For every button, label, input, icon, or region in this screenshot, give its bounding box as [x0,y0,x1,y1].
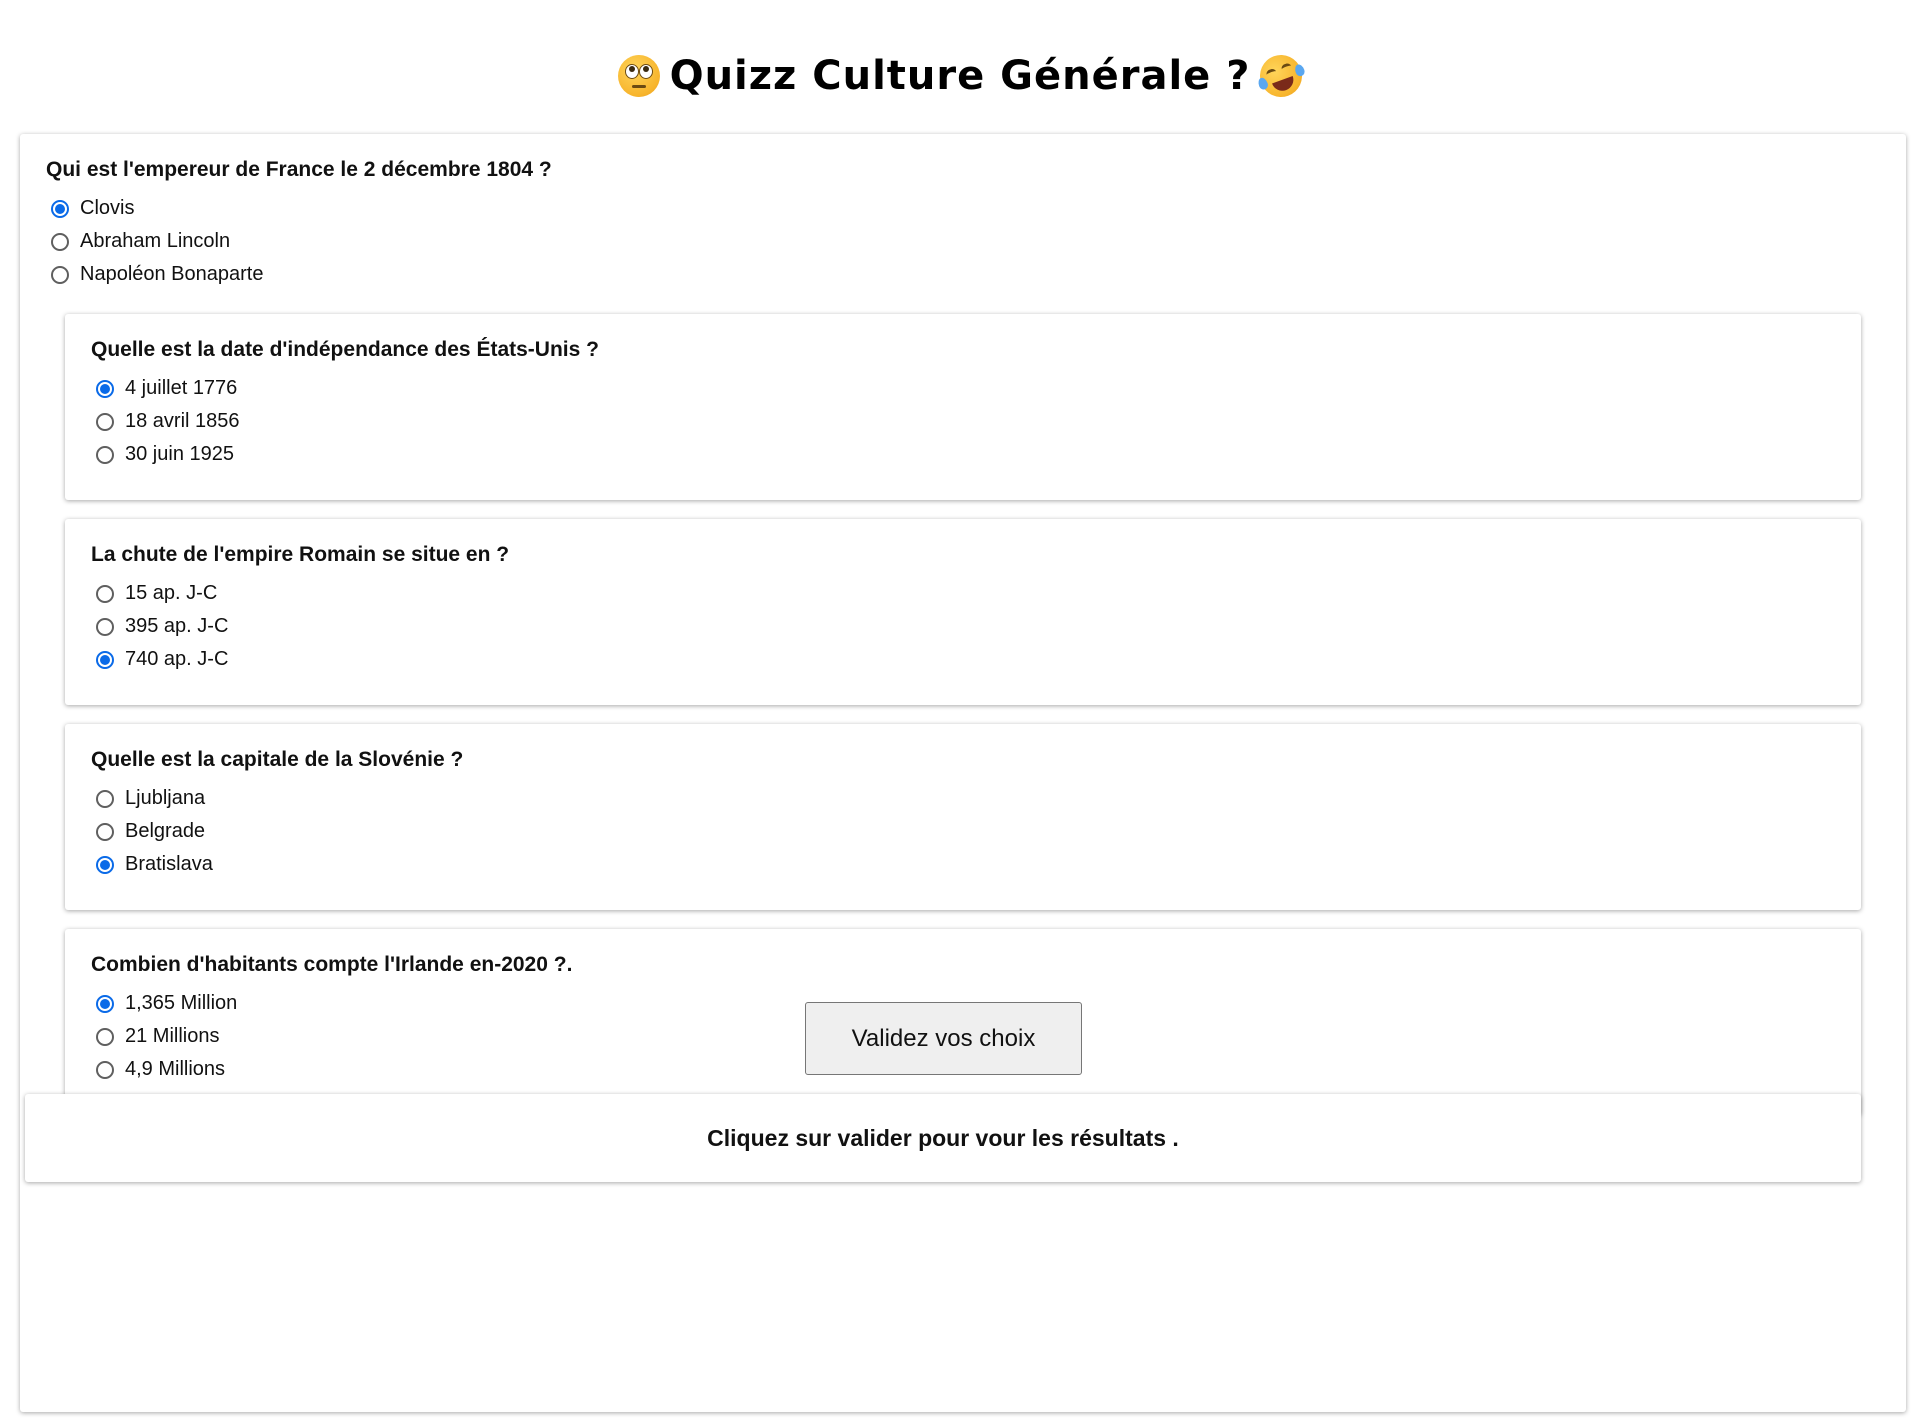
question-title: Qui est l'empereur de France le 2 décemb… [46,158,552,181]
answer-label: Belgrade [125,820,206,842]
radio-button[interactable] [96,650,114,669]
answer-label: 18 avril 1856 [125,410,240,432]
answer-label: Bratislava [125,853,213,875]
answer-option[interactable]: 15 ap. J-C [91,577,1835,610]
question-title: Combien d'habitants compte l'Irlande en-… [91,953,573,976]
answer-option[interactable]: Napoléon Bonaparte [46,258,552,291]
question-title: La chute de l'empire Romain se situe en … [91,543,510,566]
radio-button[interactable] [96,1027,114,1046]
answer-option[interactable]: Bratislava [91,848,1835,881]
radio-button[interactable] [51,199,69,218]
answer-option[interactable]: 18 avril 1856 [91,405,1835,438]
rolling-on-the-floor-laughing-icon [1254,48,1309,103]
face-with-rolling-eyes-icon [617,54,660,97]
answer-option[interactable]: Clovis [46,192,552,225]
radio-button[interactable] [96,412,114,431]
answer-label: 395 ap. J-C [125,615,229,637]
radio-button[interactable] [96,445,114,464]
question-card-3: La chute de l'empire Romain se situe en … [65,519,1861,705]
quiz-container: Qui est l'empereur de France le 2 décemb… [20,134,1906,1412]
answer-label: 1,365 Million [125,992,238,1014]
page-title: Quizz Culture Générale ? [0,48,1920,103]
question-card-2: Quelle est la date d'indépendance des Ét… [65,314,1861,500]
radio-button[interactable] [51,265,69,284]
answer-label: 15 ap. J-C [125,582,218,604]
result-message: Cliquez sur valider pour vour les résult… [25,1094,1861,1182]
radio-button[interactable] [96,822,114,841]
answer-option[interactable]: Belgrade [91,815,1835,848]
radio-button[interactable] [96,994,114,1013]
answer-label: Clovis [80,197,135,219]
radio-button[interactable] [96,379,114,398]
answer-option[interactable]: 4 juillet 1776 [91,372,1835,405]
radio-button[interactable] [96,584,114,603]
answer-label: 30 juin 1925 [125,443,234,465]
radio-button[interactable] [96,1060,114,1079]
answer-label: 740 ap. J-C [125,648,229,670]
radio-button[interactable] [96,789,114,808]
answer-option[interactable]: Ljubljana [91,782,1835,815]
question-title: Quelle est la capitale de la Slovénie ? [91,748,464,771]
validate-button[interactable]: Validez vos choix [805,1002,1082,1075]
page-title-text: Quizz Culture Générale ? [669,52,1251,99]
result-text: Cliquez sur valider pour vour les résult… [707,1124,1179,1151]
radio-button[interactable] [96,855,114,874]
answer-label: 4,9 Millions [125,1058,226,1080]
radio-button[interactable] [96,617,114,636]
answer-option[interactable]: 30 juin 1925 [91,438,1835,471]
answer-label: 4 juillet 1776 [125,377,238,399]
answer-option[interactable]: Abraham Lincoln [46,225,552,258]
answer-option[interactable]: 740 ap. J-C [91,643,1835,676]
radio-button[interactable] [51,232,69,251]
answer-label: Abraham Lincoln [80,230,231,252]
question-title: Quelle est la date d'indépendance des Ét… [91,338,599,361]
answer-option[interactable]: 395 ap. J-C [91,610,1835,643]
question-card-4: Quelle est la capitale de la Slovénie ? … [65,724,1861,910]
answer-label: Ljubljana [125,787,206,809]
question-block-1: Qui est l'empereur de France le 2 décemb… [46,158,552,291]
answer-label: 21 Millions [125,1025,220,1047]
answer-label: Napoléon Bonaparte [80,263,264,285]
